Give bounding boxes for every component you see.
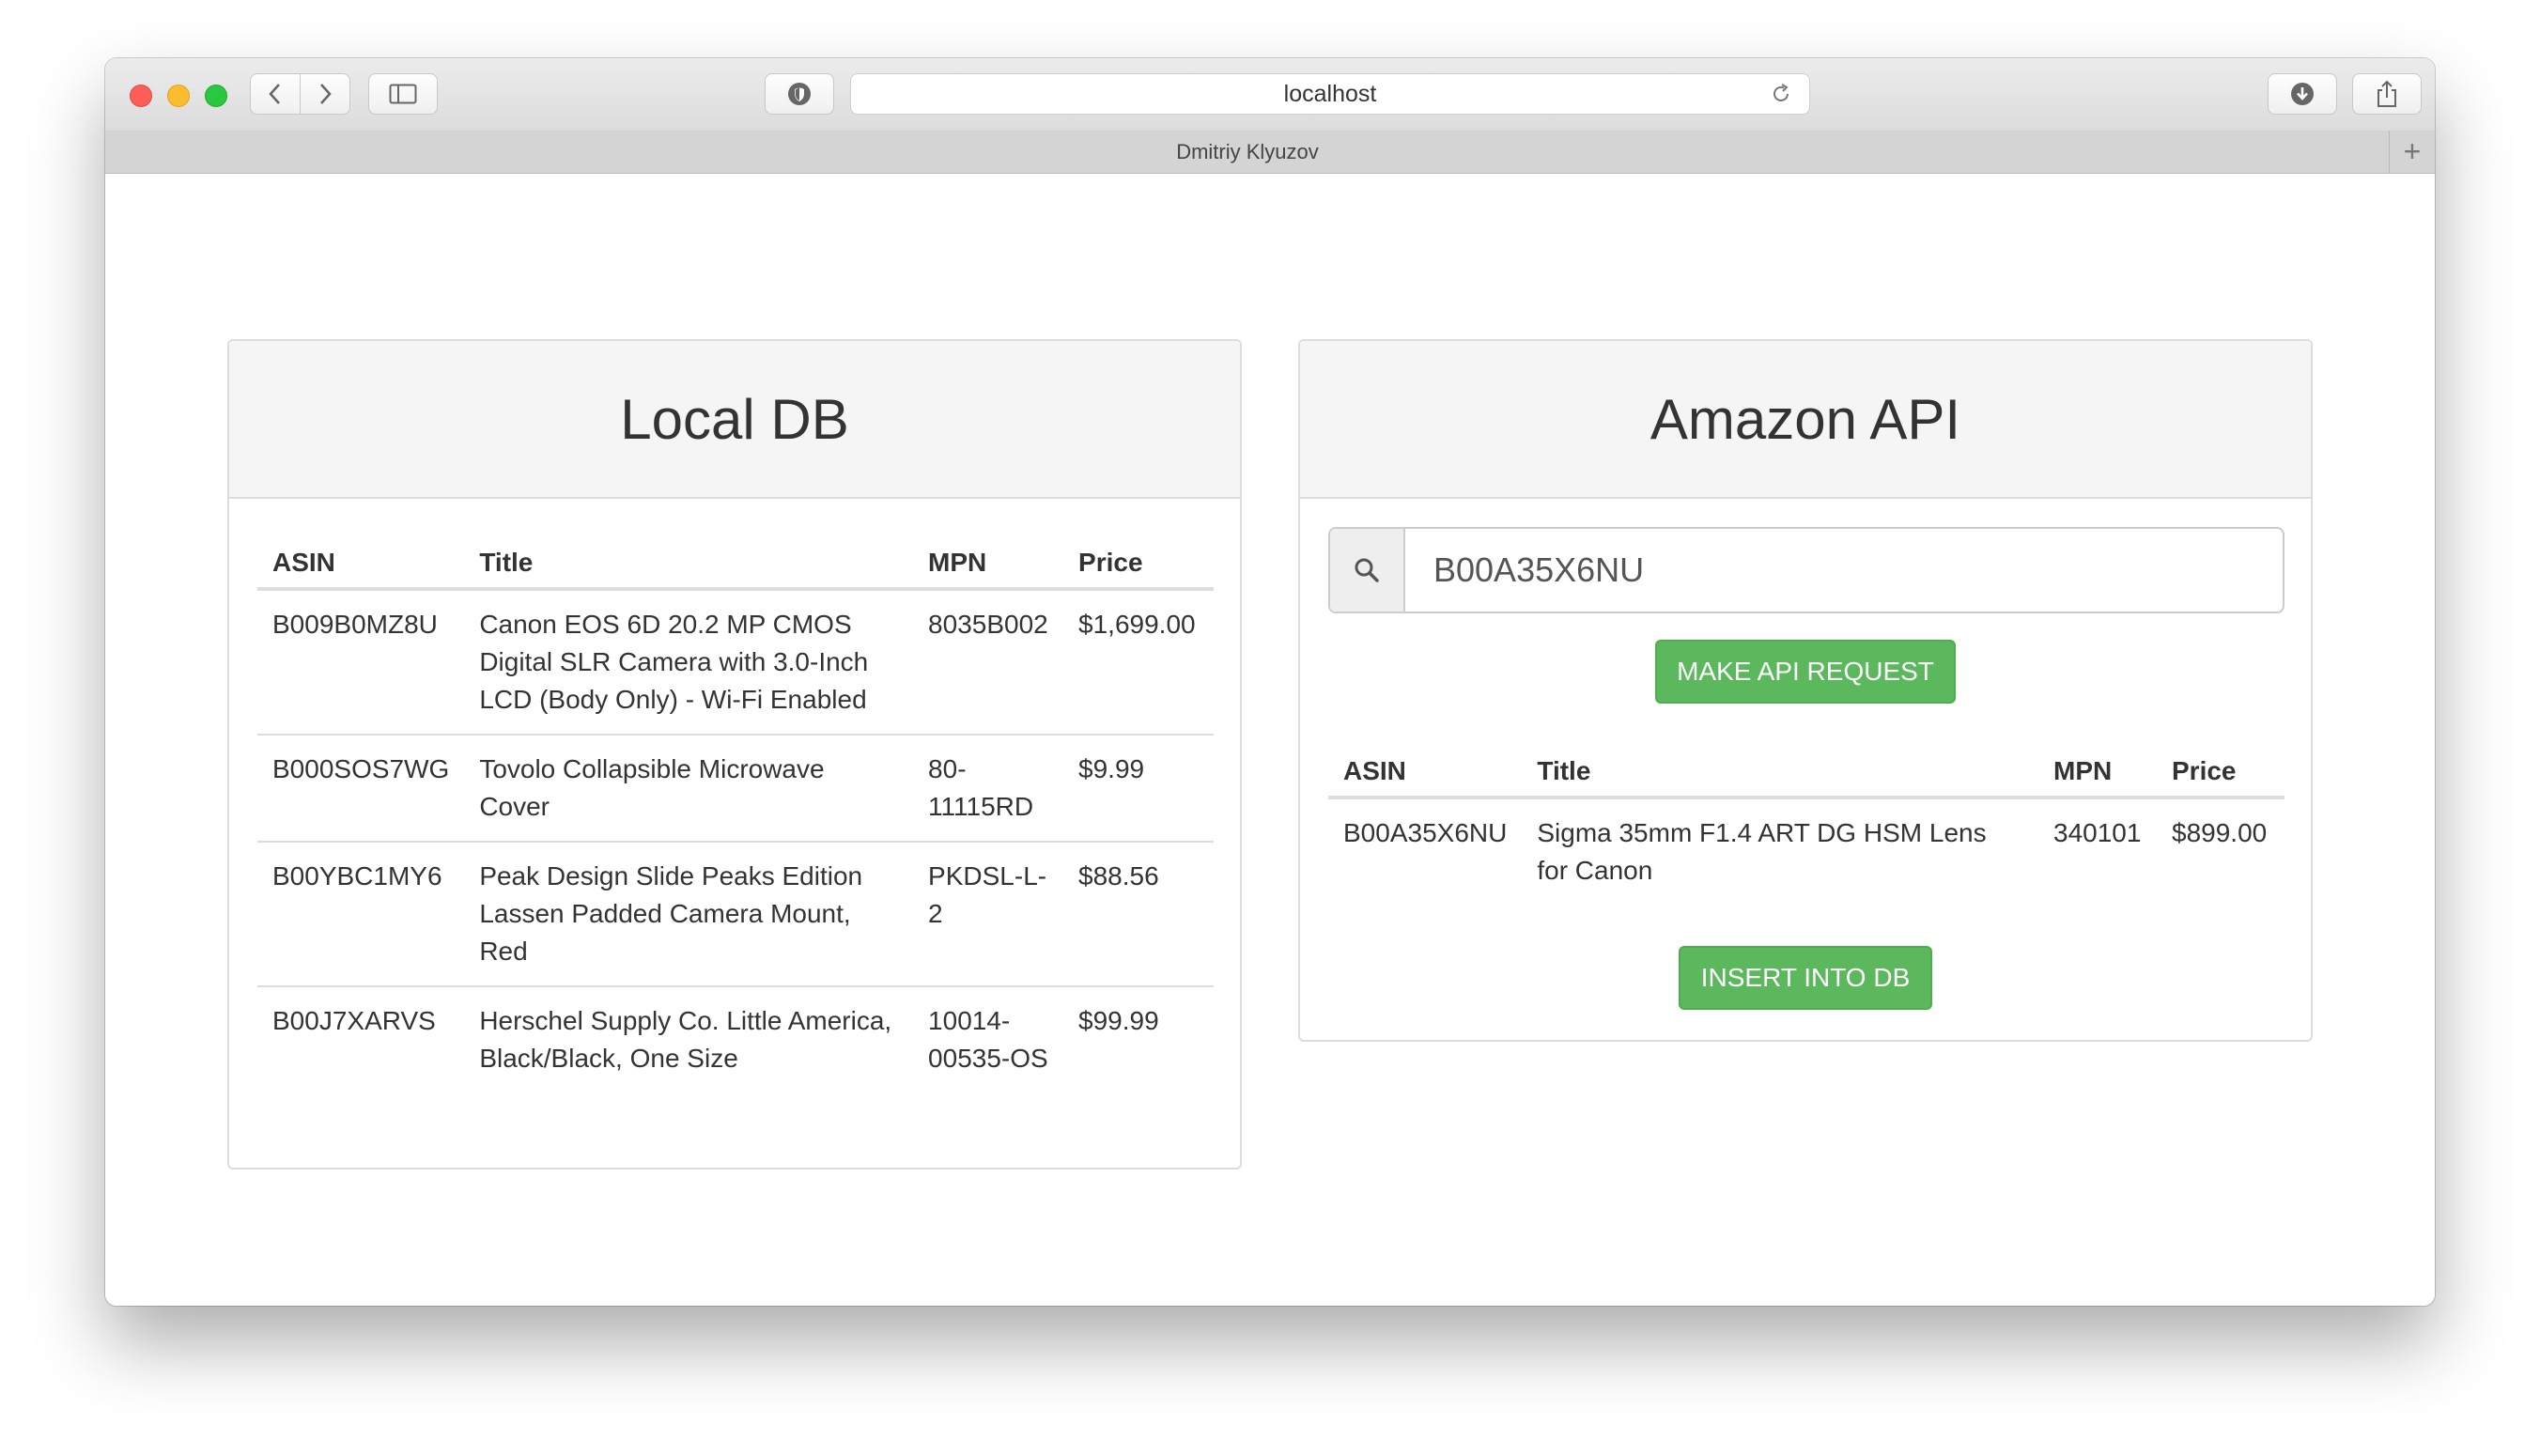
sidebar-toggle-button[interactable] [368, 73, 438, 115]
column-header-mpn: MPN [2038, 737, 2157, 799]
share-icon [2377, 80, 2396, 107]
asin-cell: B009B0MZ8U [272, 610, 438, 639]
table-row: B00YBC1MY6 Peak Design Slide Peaks Editi… [257, 841, 1214, 986]
chevron-right-icon [320, 84, 332, 104]
downloads-button[interactable] [2268, 73, 2337, 115]
browser-toolbar: localhost [105, 58, 2435, 132]
column-header-title: Title [464, 529, 914, 591]
table-row: B009B0MZ8U Canon EOS 6D 20.2 MP CMOS Dig… [257, 589, 1214, 735]
address-bar[interactable]: localhost [850, 73, 1810, 115]
amazon-api-panel: Amazon API MAKE API REQUEST ASIN Title M… [1298, 339, 2313, 1042]
maximize-window-button[interactable] [205, 85, 227, 107]
close-window-button[interactable] [130, 85, 152, 107]
reload-icon[interactable] [1770, 83, 1792, 105]
mpn-cell: 8035B002 [928, 610, 1048, 639]
privacy-button[interactable] [765, 73, 834, 115]
local-db-panel: Local DB ASIN Title MPN Price B009B0MZ8U [227, 339, 1242, 1169]
column-header-price: Price [2157, 737, 2284, 799]
minimize-window-button[interactable] [167, 85, 190, 107]
share-button[interactable] [2352, 73, 2422, 115]
back-button[interactable] [250, 73, 301, 115]
asin-cell: B000SOS7WG [257, 734, 465, 842]
download-icon [2291, 83, 2314, 105]
make-api-request-button[interactable]: MAKE API REQUEST [1655, 640, 1956, 704]
price-cell: $9.99 [1063, 734, 1214, 842]
asin-search-input[interactable] [1405, 529, 2283, 612]
title-cell: Herschel Supply Co. Little America, Blac… [464, 985, 914, 1092]
price-cell: $1,699.00 [1078, 610, 1196, 639]
column-header-asin: ASIN [257, 529, 465, 591]
table-row: B000SOS7WG Tovolo Collapsible Microwave … [257, 734, 1214, 842]
column-header-title: Title [1522, 737, 2039, 799]
asin-cell: B00J7XARVS [257, 985, 465, 1092]
table-row: B00J7XARVS Herschel Supply Co. Little Am… [257, 985, 1214, 1092]
forward-button[interactable] [300, 73, 350, 115]
amazon-api-heading: Amazon API [1300, 341, 2311, 499]
table-header-row: ASIN Title MPN Price [257, 529, 1214, 591]
new-tab-button[interactable]: + [2389, 131, 2435, 173]
title-cell: Peak Design Slide Peaks Edition Lassen P… [464, 841, 914, 986]
title-cell: Canon EOS 6D 20.2 MP CMOS Digital SLR Ca… [479, 610, 869, 714]
local-db-table: ASIN Title MPN Price B009B0MZ8U Canon EO… [257, 529, 1214, 1092]
local-db-heading: Local DB [229, 341, 1240, 499]
column-header-mpn: MPN [913, 529, 1064, 591]
mpn-cell: 80-11115RD [913, 734, 1064, 842]
asin-search-group [1328, 527, 2284, 613]
active-tab[interactable]: Dmitriy Klyuzov [105, 131, 2390, 173]
column-header-asin: ASIN [1328, 737, 1523, 799]
search-icon [1355, 558, 1379, 582]
browser-window: localhost Dmitriy Klyuzov + Local DB ASI… [105, 58, 2435, 1306]
table-row: B00A35X6NU Sigma 35mm F1.4 ART DG HSM Le… [1328, 798, 2284, 905]
tab-bar: Dmitriy Klyuzov + [105, 131, 2435, 174]
table-header-row: ASIN Title MPN Price [1328, 737, 2284, 799]
asin-cell: B00A35X6NU [1343, 818, 1508, 847]
url-text: localhost [1283, 80, 1377, 107]
mpn-cell: PKDSL-L-2 [913, 841, 1064, 986]
shield-icon [788, 83, 811, 105]
price-cell: $88.56 [1063, 841, 1214, 986]
title-cell: Tovolo Collapsible Microwave Cover [464, 734, 914, 842]
price-cell: $99.99 [1063, 985, 1214, 1092]
page-content: Local DB ASIN Title MPN Price B009B0MZ8U [105, 174, 2435, 1306]
price-cell: $899.00 [2172, 818, 2268, 847]
insert-into-db-button[interactable]: INSERT INTO DB [1679, 946, 1932, 1010]
amazon-api-table: ASIN Title MPN Price B00A35X6NU Sigma 35… [1328, 737, 2284, 905]
asin-cell: B00YBC1MY6 [257, 841, 465, 986]
title-cell: Sigma 35mm F1.4 ART DG HSM Lens for Cano… [1537, 818, 1987, 885]
column-header-price: Price [1063, 529, 1214, 591]
search-addon [1330, 529, 1405, 612]
chevron-left-icon [269, 84, 280, 104]
mpn-cell: 340101 [2053, 818, 2142, 847]
sidebar-icon [389, 84, 417, 104]
mpn-cell: 10014-00535-OS [913, 985, 1064, 1092]
